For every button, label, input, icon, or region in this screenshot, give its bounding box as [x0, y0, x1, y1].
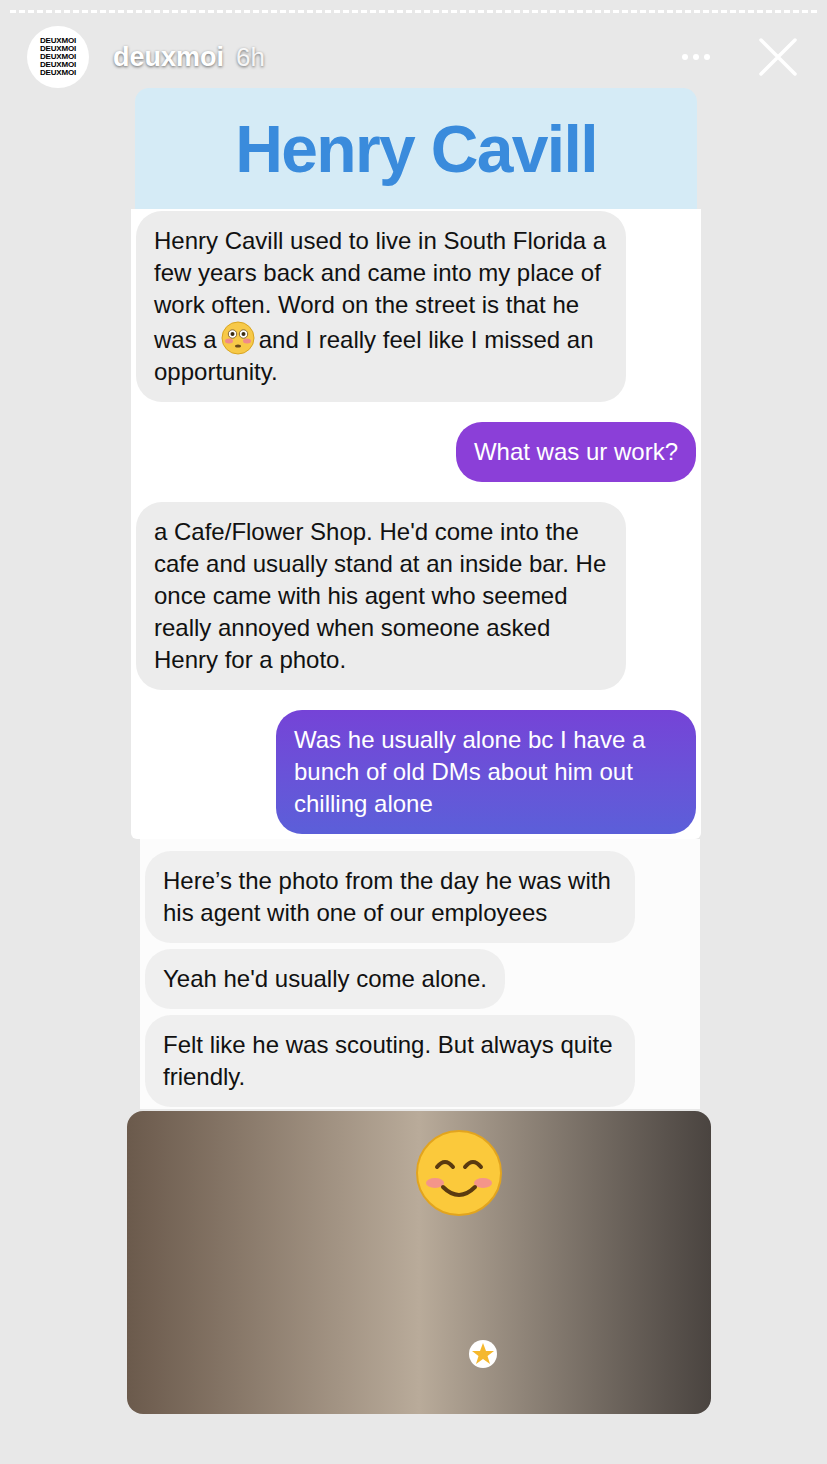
more-icon[interactable]: [676, 47, 716, 67]
message-panel: Henry Cavill used to live in South Flori…: [131, 209, 701, 839]
avatar-text: DEUXMOI: [40, 45, 76, 53]
received-message: a Cafe/Flower Shop. He'd come into the c…: [136, 502, 626, 690]
story-header: DEUXMOIDEUXMOIDEUXMOIDEUXMOIDEUXMOIdeuxm…: [0, 26, 827, 88]
flushed-face-icon: [221, 321, 255, 355]
message-text: Felt like he was scouting. But always qu…: [163, 1031, 613, 1090]
story-content: Henry Cavill Henry Cavill used to live in…: [131, 88, 701, 1414]
star-icon: [468, 1339, 498, 1369]
received-message: Here’s the photo from the day he was wit…: [145, 851, 635, 943]
title: Henry Cavill: [235, 111, 597, 187]
sent-message: Was he usually alone bc I have a bunch o…: [276, 710, 696, 834]
message-panel: Here’s the photo from the day he was wit…: [140, 839, 700, 1109]
progress-line: [10, 10, 817, 13]
avatar-text: DEUXMOI: [40, 61, 76, 69]
message-text: and I really feel like I missed an oppor…: [154, 326, 594, 385]
message-text: Here’s the photo from the day he was wit…: [163, 867, 611, 926]
avatar-text: DEUXMOI: [40, 53, 76, 61]
shared-photo[interactable]: [127, 1111, 711, 1414]
story-progress: [0, 0, 827, 13]
message-text: a Cafe/Flower Shop. He'd come into the c…: [154, 518, 606, 673]
message-text: What was ur work?: [474, 438, 678, 465]
close-icon[interactable]: [756, 35, 800, 79]
received-message: Felt like he was scouting. But always qu…: [145, 1015, 635, 1107]
message-text: Was he usually alone bc I have a bunch o…: [294, 726, 645, 817]
received-message: Yeah he'd usually come alone.: [145, 949, 505, 1009]
sent-message: What was ur work?: [456, 422, 696, 482]
title-card: Henry Cavill: [135, 88, 697, 209]
received-message: Henry Cavill used to live in South Flori…: [136, 211, 626, 402]
message-text: Yeah he'd usually come alone.: [163, 965, 487, 992]
username[interactable]: deuxmoi: [113, 37, 224, 78]
post-time: 6h: [236, 38, 265, 77]
avatar[interactable]: DEUXMOIDEUXMOIDEUXMOIDEUXMOIDEUXMOI: [27, 26, 89, 88]
smiling-face-icon: [415, 1129, 503, 1217]
avatar-text: DEUXMOI: [40, 37, 76, 45]
avatar-text: DEUXMOI: [40, 69, 76, 77]
